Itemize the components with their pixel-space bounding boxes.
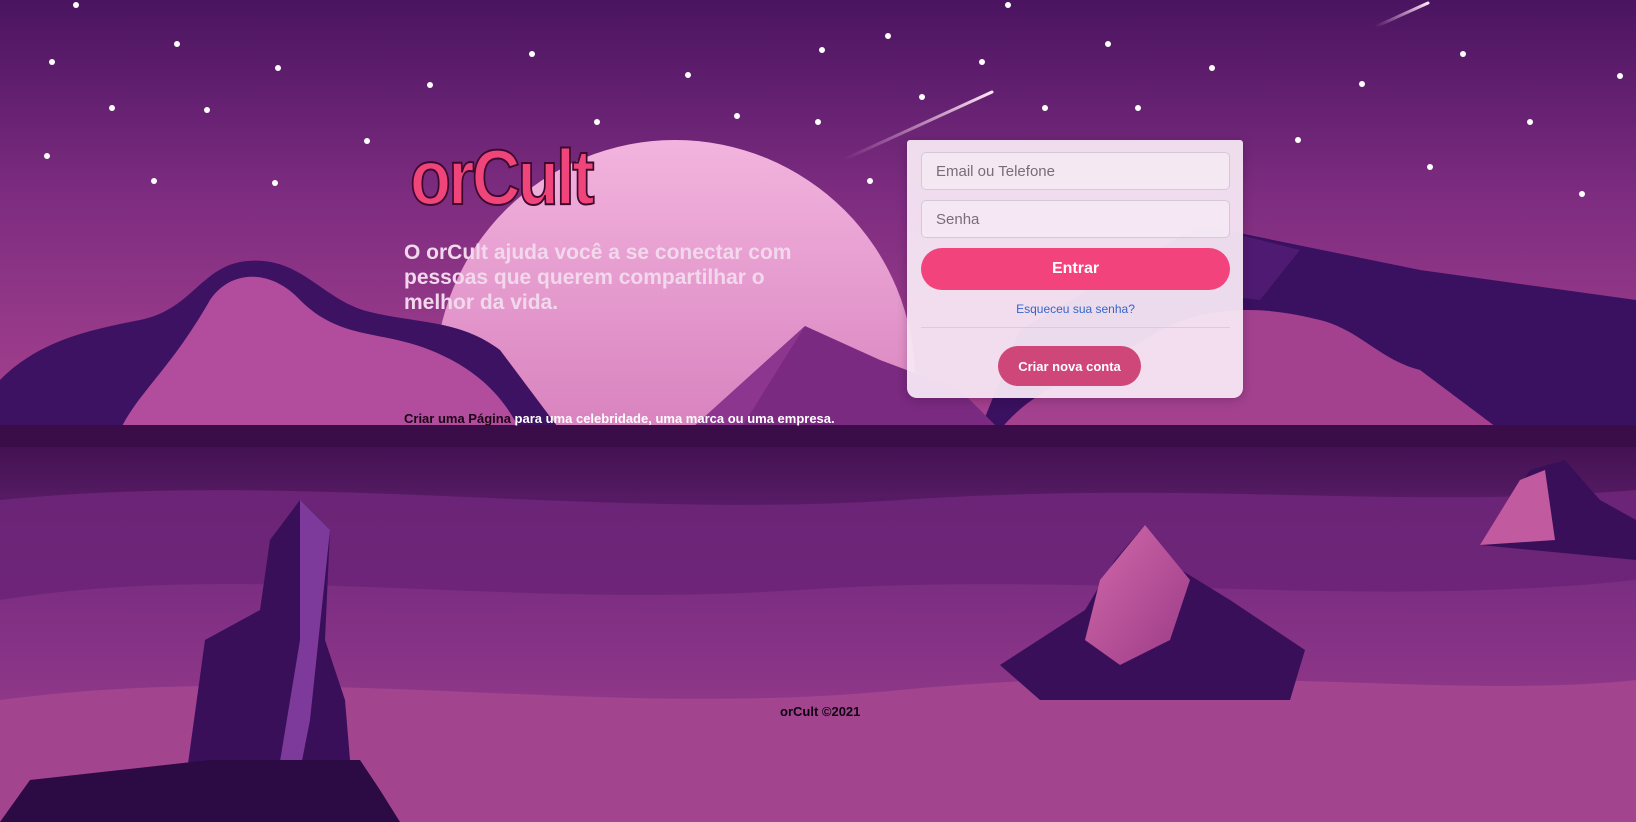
footer-copyright: orCult ©2021 xyxy=(780,704,861,719)
create-page-link[interactable]: Criar uma Página xyxy=(404,411,511,426)
password-field[interactable] xyxy=(921,200,1230,238)
login-card: Entrar Esqueceu sua senha? Criar nova co… xyxy=(907,140,1243,398)
create-account-button[interactable]: Criar nova conta xyxy=(998,346,1141,386)
tagline: O orCult ajuda você a se conectar com pe… xyxy=(404,241,792,314)
create-page-description: para uma celebridade, uma marca ou uma e… xyxy=(510,411,835,426)
login-button[interactable]: Entrar xyxy=(921,248,1230,290)
email-field[interactable] xyxy=(921,152,1230,190)
create-page-line: Criar uma Página para uma celebridade, u… xyxy=(404,411,835,426)
orcult-logo: orCult xyxy=(409,133,595,221)
divider xyxy=(921,327,1230,328)
forgot-password-link[interactable]: Esqueceu sua senha? xyxy=(921,302,1230,316)
